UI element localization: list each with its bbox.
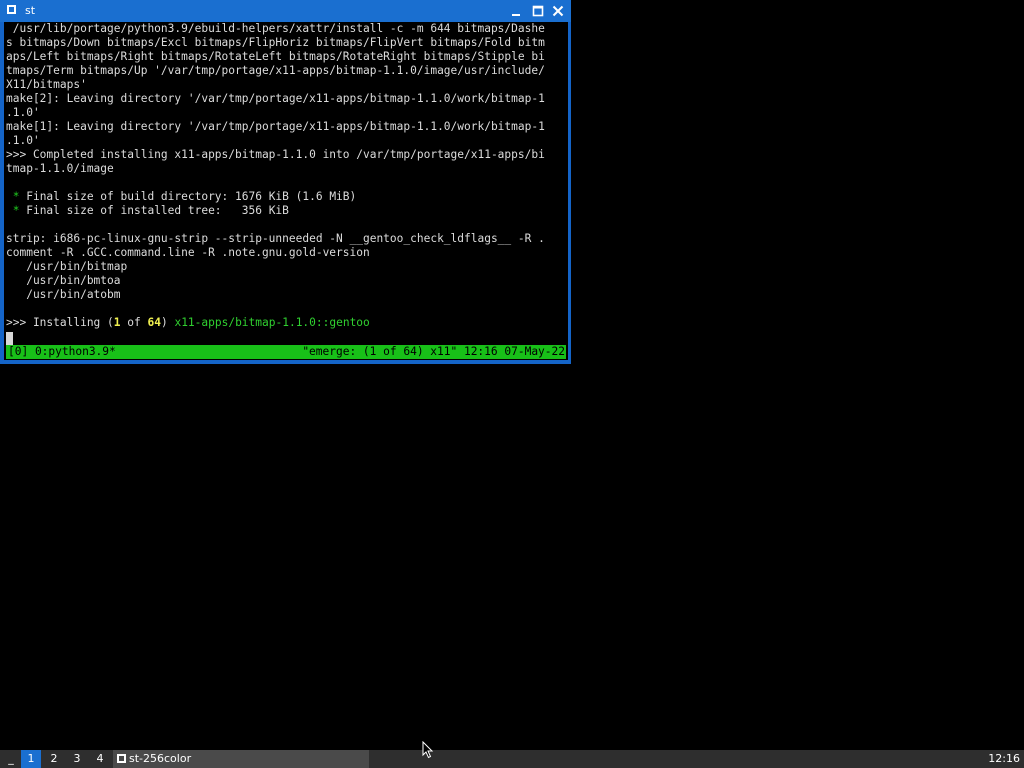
terminal-line: make[1]: Leaving directory '/var/tmp/por… [6, 120, 545, 133]
final-size-tree-line: * Final size of installed tree: 356 KiB [6, 204, 289, 218]
terminal-line: s bitmaps/Down bitmaps/Excl bitmaps/Flip… [6, 36, 545, 49]
final-size-build-line: * Final size of build directory: 1676 Ki… [6, 190, 357, 204]
installing-close: ) [160, 316, 175, 329]
taskbar-launcher[interactable]: _ [2, 750, 20, 768]
installing-total: 64 [147, 316, 161, 329]
terminal-line: .1.0' [6, 106, 40, 119]
terminal-line: /usr/bin/atobm [6, 288, 121, 301]
tmux-status-bar: [0] 0:python3.9* "emerge: (1 of 64) x11"… [6, 345, 566, 359]
terminal-line: >>> Completed installing x11-apps/bitmap… [6, 148, 545, 161]
taskbar-item-st[interactable]: st-256color [113, 750, 369, 768]
window-icon[interactable] [7, 5, 16, 14]
installing-of: of [120, 316, 148, 329]
terminal-line: tmap-1.1.0/image [6, 162, 114, 175]
terminal-line: make[2]: Leaving directory '/var/tmp/por… [6, 92, 545, 105]
terminal-line: comment -R .GCC.command.line -R .note.gn… [6, 246, 370, 259]
installing-package: x11-apps/bitmap-1.1.0::gentoo [174, 316, 370, 329]
workspace-3[interactable]: 3 [67, 750, 87, 768]
workspace-1[interactable]: 1 [21, 750, 41, 768]
taskbar-clock: 12:16 [988, 752, 1020, 765]
terminal-line: X11/bitmaps' [6, 78, 87, 91]
mouse-pointer-icon [422, 741, 434, 759]
terminal-output[interactable]: /usr/lib/portage/python3.9/ebuild-helper… [4, 22, 568, 360]
minimize-icon[interactable] [508, 3, 524, 19]
taskbar: _ 1 2 3 4 st-256color 12:16 [0, 750, 1024, 768]
terminal-cursor [6, 332, 13, 345]
terminal-line: strip: i686-pc-linux-gnu-strip --strip-u… [6, 232, 545, 245]
window-titlebar[interactable]: st [0, 0, 571, 22]
status-star: * [6, 204, 27, 217]
close-icon[interactable] [550, 3, 566, 19]
window-icon [117, 754, 126, 763]
taskbar-item-label: st-256color [129, 752, 192, 765]
installing-line: >>> Installing (1 of 64) x11-apps/bitmap… [6, 316, 370, 330]
installing-current: 1 [113, 316, 121, 329]
terminal-line: /usr/bin/bitmap [6, 260, 128, 273]
window-title: st [25, 4, 36, 17]
status-star: * [6, 190, 27, 203]
terminal-line: /usr/lib/portage/python3.9/ebuild-helper… [6, 22, 545, 35]
tmux-status-right: "emerge: (1 of 64) x11" 12:16 07-May-22 [302, 345, 565, 358]
workspace-2[interactable]: 2 [44, 750, 64, 768]
final-size-build-text: Final size of build directory: 1676 KiB … [26, 190, 357, 203]
maximize-icon[interactable] [530, 3, 546, 19]
terminal-line: aps/Left bitmaps/Right bitmaps/RotateLef… [6, 50, 545, 63]
tmux-status-left: [0] 0:python3.9* [8, 345, 116, 358]
installing-prefix: >>> Installing ( [6, 316, 114, 329]
terminal-line: .1.0' [6, 134, 40, 147]
terminal-line: /usr/bin/bmtoa [6, 274, 121, 287]
workspace-4[interactable]: 4 [90, 750, 110, 768]
terminal-line: tmaps/Term bitmaps/Up '/var/tmp/portage/… [6, 64, 545, 77]
final-size-tree-text: Final size of installed tree: 356 KiB [26, 204, 289, 217]
terminal-window[interactable]: st /usr/lib/portage/python3.9/ebuild-hel… [0, 0, 571, 364]
